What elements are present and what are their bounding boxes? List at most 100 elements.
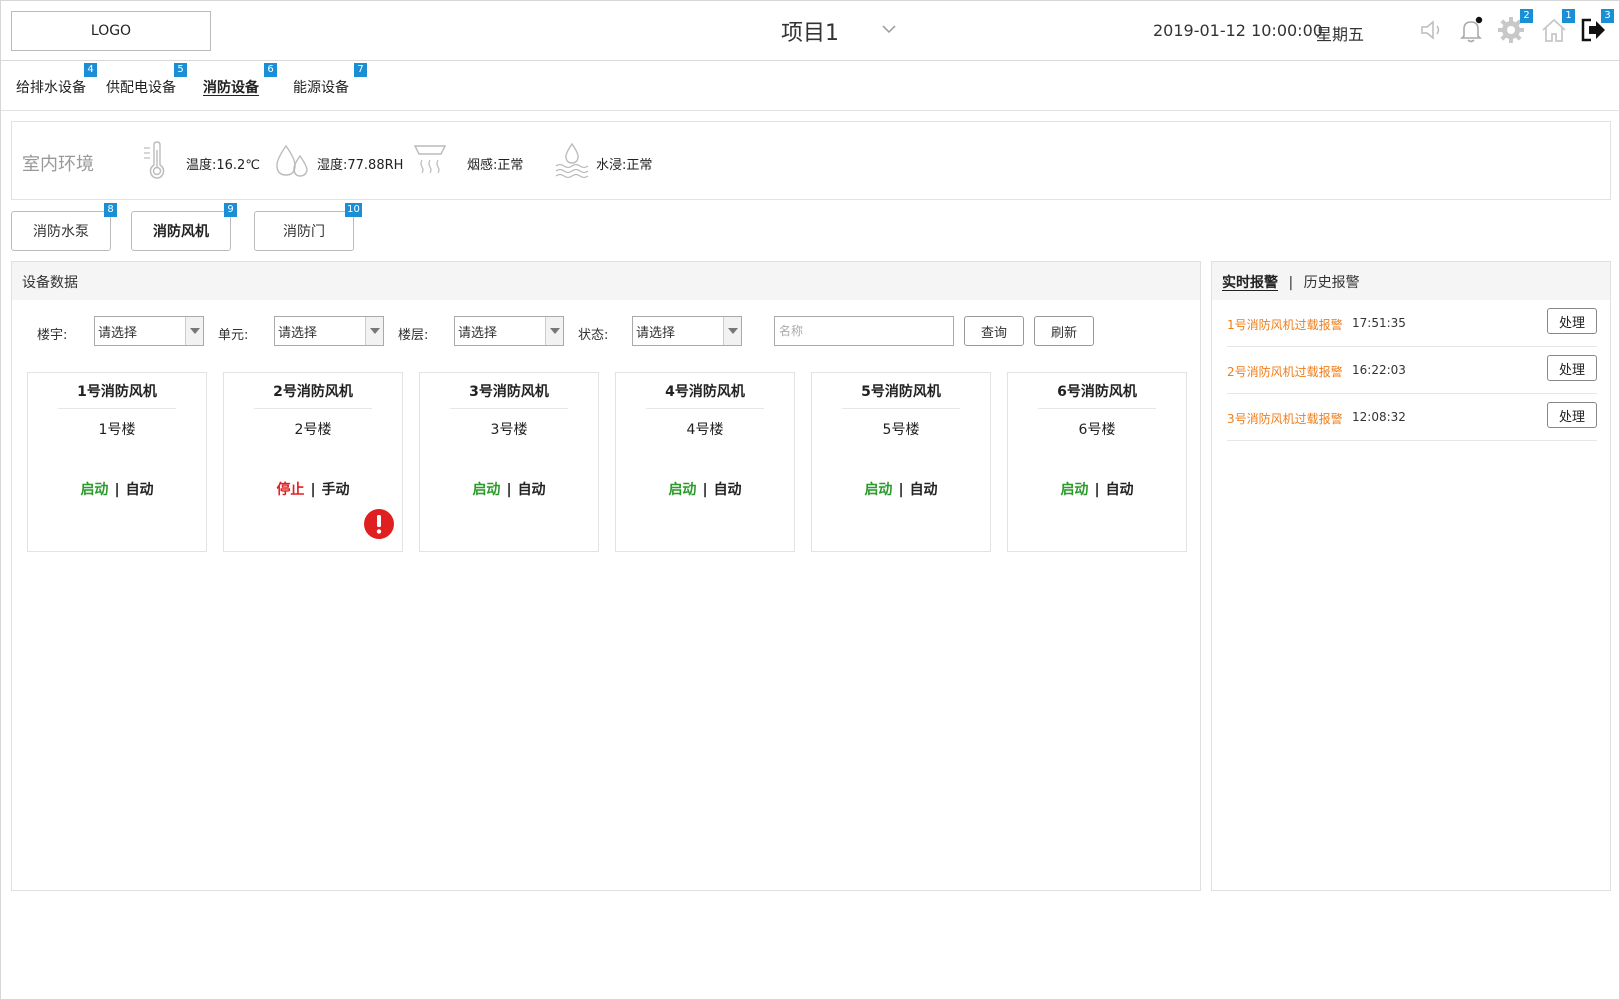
device-name: 6号消防风机 [1057,384,1137,400]
device-status: 启动 | 自动 [28,479,206,499]
run-state: 启动 [668,482,697,498]
current-weekday: 星期五 [1316,25,1365,44]
speaker-icon[interactable] [1416,15,1446,45]
run-state: 启动 [472,482,501,498]
alarm-time: 16:22:03 [1352,363,1406,377]
device-status: 启动 | 自动 [812,479,990,499]
device-status: 启动 | 自动 [1008,479,1186,499]
subtab-badge: 9 [224,203,237,217]
status-separator: | [310,482,316,498]
device-name: 1号消防风机 [77,384,157,400]
nav-item-energy[interactable]: 能源设备 [293,77,349,97]
nav-badge: 5 [174,63,187,77]
refresh-button[interactable]: 刷新 [1034,316,1094,346]
device-building: 3号楼 [490,422,528,438]
bell-icon[interactable] [1456,15,1486,45]
device-card[interactable]: 4号消防风机 4号楼 启动 | 自动 [615,372,795,552]
building-select-value: 请选择 [98,325,138,341]
device-card[interactable]: 6号消防风机 6号楼 启动 | 自动 [1007,372,1187,552]
alarm-time: 12:08:32 [1352,410,1406,424]
flood-value: 水浸:正常 [596,158,653,173]
tab-history-alarm[interactable]: 历史报警 [1304,275,1360,291]
tab-realtime-alarm[interactable]: 实时报警 [1222,275,1278,291]
dropdown-arrow-icon[interactable] [545,317,563,345]
temperature-value: 温度:16.2℃ [186,158,260,173]
alarm-row: 2号消防风机过载报警 16:22:03 处理 [1227,347,1597,394]
alarm-name: 2号消防风机过载报警 [1227,365,1343,379]
handle-alarm-button[interactable]: 处理 [1547,402,1597,428]
control-mode: 自动 [713,482,742,498]
thermometer-icon [144,141,165,179]
card-divider [58,408,176,409]
device-status: 启动 | 自动 [420,479,598,499]
tab-fire-door[interactable]: 消防门 [254,211,354,251]
nav-badge: 6 [264,63,277,77]
status-label: 状态: [578,328,609,343]
building-label: 楼宇: [37,328,68,343]
logo: LOGO [11,11,211,51]
status-select[interactable]: 请选择 [632,316,742,346]
device-name: 5号消防风机 [861,384,941,400]
query-button[interactable]: 查询 [964,316,1024,346]
subtab-badge: 10 [345,203,362,217]
project-selector[interactable]: 项目1 [781,15,839,47]
control-mode: 自动 [517,482,546,498]
chevron-down-icon[interactable] [879,19,899,39]
tab-fire-fan[interactable]: 消防风机 [131,211,231,251]
device-status: 启动 | 自动 [616,479,794,499]
humidity-icon [276,144,308,177]
unit-label: 单元: [218,328,249,343]
panel-title: 设备数据 [12,262,1200,300]
card-divider [450,408,568,409]
handle-alarm-button[interactable]: 处理 [1547,308,1597,334]
device-card[interactable]: 5号消防风机 5号楼 启动 | 自动 [811,372,991,552]
dropdown-arrow-icon[interactable] [365,317,383,345]
tab-separator: | [1288,275,1294,291]
card-divider [842,408,960,409]
device-building: 4号楼 [686,422,724,438]
status-separator: | [702,482,708,498]
card-divider [1038,408,1156,409]
dropdown-arrow-icon[interactable] [723,317,741,345]
alarm-row: 1号消防风机过载报警 17:51:35 处理 [1227,300,1597,347]
device-building: 5号楼 [882,422,920,438]
app-frame: LOGO 项目1 2019-01-12 10:00:00 星期五 2 1 3 给… [0,0,1620,1000]
dropdown-arrow-icon[interactable] [185,317,203,345]
flood-icon [555,142,589,179]
status-separator: | [114,482,120,498]
device-card[interactable]: 1号消防风机 1号楼 启动 | 自动 [27,372,207,552]
alarm-tabs: 实时报警 | 历史报警 [1212,262,1610,300]
building-select[interactable]: 请选择 [94,316,204,346]
nav-item-power[interactable]: 供配电设备 [106,77,176,97]
alarm-row: 3号消防风机过载报警 12:08:32 处理 [1227,394,1597,441]
alarm-panel: 实时报警 | 历史报警 1号消防风机过载报警 17:51:35 处理 2号消防风… [1211,261,1611,891]
subtab-badge: 8 [104,203,117,217]
unit-select[interactable]: 请选择 [274,316,384,346]
floor-select[interactable]: 请选择 [454,316,564,346]
nav-item-fire[interactable]: 消防设备 [203,77,259,97]
logout-badge: 3 [1601,9,1614,23]
control-mode: 自动 [125,482,154,498]
device-status: 停止 | 手动 [224,479,402,499]
device-building: 2号楼 [294,422,332,438]
environment-title: 室内环境 [22,154,94,175]
device-card[interactable]: 2号消防风机 2号楼 停止 | 手动 [223,372,403,552]
tab-fire-pump[interactable]: 消防水泵 [11,211,111,251]
nav-item-water[interactable]: 给排水设备 [16,77,86,97]
run-state: 停止 [276,482,305,498]
name-search-input[interactable] [774,316,954,346]
device-card[interactable]: 3号消防风机 3号楼 启动 | 自动 [419,372,599,552]
gear-badge: 2 [1520,9,1533,23]
floor-select-value: 请选择 [458,325,498,341]
device-name: 2号消防风机 [273,384,353,400]
device-name: 4号消防风机 [665,384,745,400]
home-badge: 1 [1562,9,1575,23]
device-building: 6号楼 [1078,422,1116,438]
control-mode: 自动 [1105,482,1134,498]
alert-icon[interactable] [364,509,394,539]
card-divider [254,408,372,409]
run-state: 启动 [864,482,893,498]
handle-alarm-button[interactable]: 处理 [1547,355,1597,381]
status-separator: | [898,482,904,498]
alarm-name: 1号消防风机过载报警 [1227,318,1343,332]
